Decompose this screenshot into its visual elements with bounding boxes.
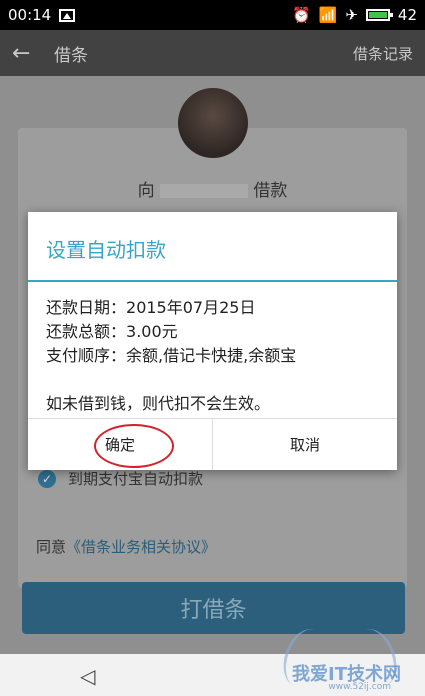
repay-date-label: 还款日期：: [46, 298, 127, 317]
records-link[interactable]: 借条记录: [353, 43, 413, 64]
submit-iou-button[interactable]: 打借条: [22, 582, 405, 634]
blurred-name: [160, 184, 248, 198]
auto-repay-checkbox[interactable]: ✓ 到期支付宝自动扣款: [38, 468, 203, 489]
avatar: [178, 88, 248, 158]
image-icon: [59, 8, 76, 22]
lend-prefix: 向: [137, 181, 155, 201]
back-arrow-icon[interactable]: ←: [12, 41, 42, 66]
pay-order-row: 支付顺序： 余额,借记卡快捷,余额宝: [46, 344, 386, 368]
annotation-circle: [94, 424, 174, 468]
pay-order-label: 支付顺序：: [46, 346, 127, 365]
repay-amount-value: 3.00元: [126, 322, 178, 341]
nav-back-icon[interactable]: ◁: [80, 664, 95, 688]
auto-repay-dialog: 设置自动扣款 还款日期： 2015年07月25日 还款总额： 3.00元 支付顺序：…: [28, 212, 397, 470]
checkmark-icon: ✓: [38, 469, 56, 488]
dialog-body: 还款日期： 2015年07月25日 还款总额： 3.00元 支付顺序： 余额,借记卡快…: [46, 296, 386, 416]
pay-order-value: 余额,借记卡快捷,余额宝: [126, 346, 297, 365]
page-title: 借条: [54, 45, 88, 66]
agreement-line: 同意《借条业务相关协议》: [36, 536, 216, 557]
battery-icon: [365, 9, 393, 21]
agreement-link[interactable]: 《借条业务相关协议》: [66, 538, 216, 556]
watermark-url: www.52ij.com: [328, 682, 391, 692]
app-bar: ← 借条 借条记录: [0, 30, 425, 76]
status-time: 00:14: [8, 6, 52, 24]
nav-bar: ◁ 我爱IT技术网 www.52ij.com: [0, 622, 425, 696]
watermark-logo: 我爱IT技术网 www.52ij.com: [195, 622, 415, 694]
lend-to-text: 向 借款: [0, 176, 425, 201]
lend-suffix: 借款: [253, 181, 288, 201]
repay-date-value: 2015年07月25日: [126, 298, 256, 317]
alarm-icon: ⏰: [291, 6, 311, 24]
battery-level: 42: [397, 6, 417, 24]
dialog-buttons: 确定 取消: [28, 418, 397, 470]
dialog-title: 设置自动扣款: [46, 238, 166, 262]
auto-repay-label: 到期支付宝自动扣款: [68, 470, 204, 488]
dialog-divider: [28, 280, 397, 282]
repay-amount-row: 还款总额： 3.00元: [46, 320, 386, 344]
agree-prefix: 同意: [36, 538, 67, 556]
dialog-note: 如未借到钱，则代扣不会生效。: [46, 394, 271, 413]
repay-amount-label: 还款总额：: [46, 322, 127, 341]
status-bar: 00:14 ⏰ 📶 ✈ 42: [0, 0, 425, 30]
cancel-button[interactable]: 取消: [212, 419, 397, 470]
wifi-icon: 📶: [318, 6, 338, 24]
repay-date-row: 还款日期： 2015年07月25日: [46, 296, 386, 320]
airplane-icon: ✈: [345, 6, 358, 24]
